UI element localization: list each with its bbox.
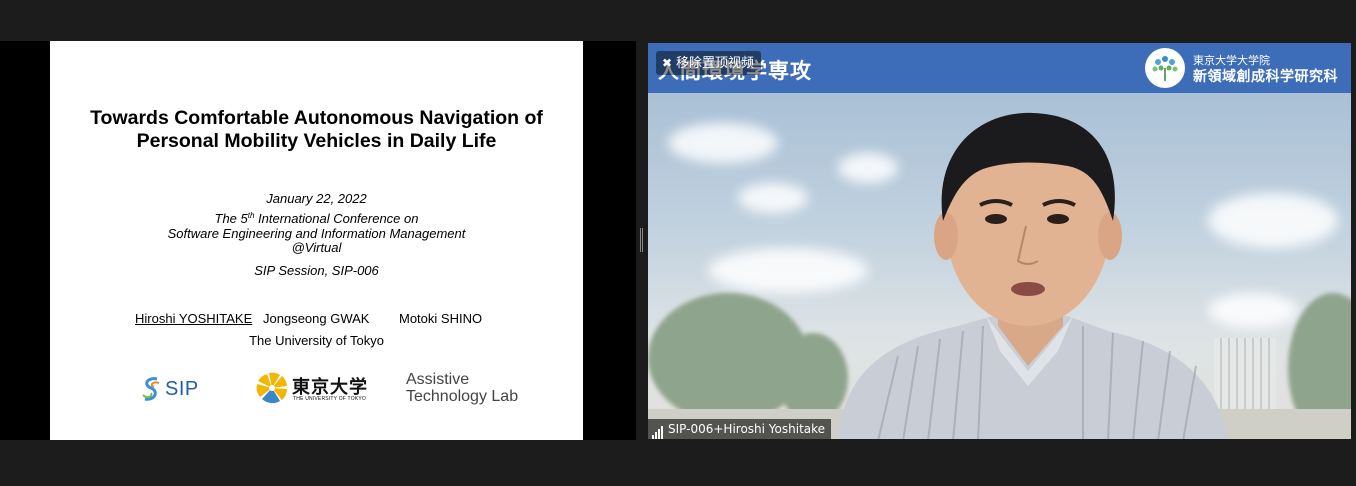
utokyo-logo-en: THE UNIVERSITY OF TOKYO <box>293 396 366 402</box>
slide-title-line-1: Towards Comfortable Autonomous Navigatio… <box>90 107 543 129</box>
author-2: Jongseong GWAK <box>263 311 370 326</box>
conference-line-3: @Virtual <box>291 240 342 255</box>
slide-affiliation: The University of Tokyo <box>249 333 384 348</box>
cloud <box>668 123 778 163</box>
slide-title-line-2: Personal Mobility Vehicles in Daily Life <box>136 130 497 152</box>
conference-suffix: International Conference on <box>254 211 419 226</box>
tree-logo-icon <box>1152 56 1178 81</box>
university-tree-logo <box>1145 48 1185 88</box>
signal-strength-icon <box>652 419 664 439</box>
unpin-video-label: 移除置顶视频 <box>676 55 755 70</box>
presentation-slide: Towards Comfortable Autonomous Navigatio… <box>50 41 583 440</box>
shared-screen-area: Towards Comfortable Autonomous Navigatio… <box>0 41 636 440</box>
conference-prefix: The 5 <box>214 211 248 226</box>
participant-name-tag: SIP-006+Hiroshi Yoshitake <box>648 419 832 439</box>
participant-person <box>838 112 1228 439</box>
atl-logo-line-2: Technology Lab <box>406 388 519 405</box>
participant-video-tile[interactable]: 人間環境学専攻 東京大学大学院 新領域創成科学研究科 ✖ 移除置顶视频 SIP-… <box>648 43 1351 439</box>
unpin-video-button[interactable]: ✖ 移除置顶视频 <box>656 51 762 75</box>
slide-session: SIP Session, SIP-006 <box>254 263 379 278</box>
slide-title: Towards Comfortable Autonomous Navigatio… <box>50 107 583 153</box>
view-splitter-handle[interactable] <box>640 228 643 252</box>
sip-logo-text: SIP <box>165 378 199 400</box>
utokyo-logo: 東京大学 THE UNIVERSITY OF TOKYO <box>255 371 380 407</box>
author-3: Motoki SHINO <box>399 311 483 326</box>
assistive-technology-lab-logo: Assistive Technology Lab <box>406 371 531 409</box>
sip-logo: SIP <box>139 375 209 405</box>
author-1: Hiroshi YOSHITAKE <box>135 311 253 326</box>
participant-name: SIP-006+Hiroshi Yoshitake <box>668 422 826 436</box>
atl-logo-line-1: Assistive <box>406 371 470 388</box>
conference-line-2: Software Engineering and Information Man… <box>167 225 466 241</box>
slide-date: January 22, 2022 <box>266 191 367 206</box>
pin-icon: ✖ <box>662 56 673 70</box>
university-line-2: 新領域創成科学研究科 <box>1193 69 1338 85</box>
cloud <box>738 183 808 213</box>
slide-conference: The 5th International Conference on Soft… <box>50 211 583 256</box>
conference-line-1: The 5th International Conference on <box>50 211 583 227</box>
utokyo-ginkgo-logo <box>256 372 287 404</box>
sip-swirl-icon <box>142 377 160 401</box>
